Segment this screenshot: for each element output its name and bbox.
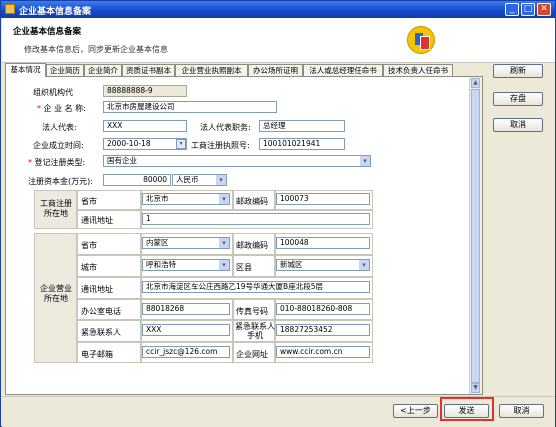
date-picker-icon[interactable]: ▾ bbox=[176, 139, 186, 149]
tab-office-proof[interactable]: 办公场所证明 bbox=[248, 64, 303, 76]
company-name-input[interactable]: 北京市房屋建设公司 bbox=[103, 101, 277, 113]
tab-business-license[interactable]: 企业营业执照副本 bbox=[175, 64, 248, 76]
reg-type-select[interactable]: 国有企业 ▾ bbox=[103, 155, 371, 167]
tab-strip: 基本情况 企业简历 企业简介 资质证书副本 企业营业执照副本 办公场所证明 法人… bbox=[5, 63, 485, 77]
est-date-label: 企业成立时间: bbox=[33, 141, 84, 150]
capital-label: 注册资本金(万元): bbox=[28, 177, 93, 186]
chevron-down-icon: ▾ bbox=[359, 260, 369, 270]
biz-email-label: 电子邮箱 bbox=[81, 350, 113, 359]
title-bar: 企业基本信息备案 _ □ ✕ bbox=[1, 1, 555, 18]
header-subtitle: 修改基本信息后，同步更新企业基本信息 bbox=[24, 45, 168, 54]
org-code-field: 88888888-9 bbox=[103, 85, 187, 97]
reg-location-label: 工商注册所在地 bbox=[40, 199, 72, 218]
legal-rep-label: 法人代表: bbox=[42, 123, 77, 132]
biz-fax-input[interactable]: 010-88018260-808 bbox=[276, 303, 370, 315]
chevron-down-icon: ▾ bbox=[219, 194, 229, 204]
reg-zip-input[interactable]: 100073 bbox=[276, 193, 370, 205]
biz-province-select[interactable]: 内蒙区 ▾ bbox=[142, 237, 230, 249]
send-highlight-box bbox=[440, 397, 494, 421]
biz-address-input[interactable]: 北京市海淀区车公庄西路乙19号华通大厦B座北段5层 bbox=[142, 281, 370, 293]
tab-tech-appointment[interactable]: 技术负责人任命书 bbox=[383, 64, 453, 76]
reg-province-select[interactable]: 北京市 ▾ bbox=[142, 193, 230, 205]
dialog-header: 企业基本信息备案 修改基本信息后，同步更新企业基本信息 bbox=[2, 18, 555, 63]
biz-zip-input[interactable]: 100048 bbox=[276, 237, 370, 249]
license-no-label: 工商注册执照号: bbox=[191, 141, 250, 150]
biz-phone-input[interactable]: 88018268 bbox=[142, 303, 230, 315]
tab-resume[interactable]: 企业简历 bbox=[46, 64, 84, 76]
biz-location-label: 企业营业所在地 bbox=[40, 284, 72, 303]
biz-fax-label: 传真号码 bbox=[236, 307, 268, 316]
documents-icon bbox=[407, 26, 435, 54]
biz-contact-input[interactable]: XXX bbox=[142, 324, 230, 336]
biz-district-label: 区县 bbox=[236, 263, 252, 272]
scroll-thumb[interactable] bbox=[471, 89, 480, 383]
reg-zip-label: 邮政编码 bbox=[236, 197, 268, 206]
chevron-down-icon: ▾ bbox=[219, 238, 229, 248]
biz-province-label: 省市 bbox=[81, 241, 97, 250]
biz-zip-label: 邮政编码 bbox=[236, 241, 268, 250]
biz-district-select[interactable]: 新城区 ▾ bbox=[276, 259, 370, 271]
chevron-down-icon: ▾ bbox=[219, 260, 229, 270]
vertical-scrollbar[interactable]: ▲ ▼ bbox=[469, 77, 482, 394]
chevron-down-icon: ▾ bbox=[216, 175, 226, 185]
scroll-up-icon[interactable]: ▲ bbox=[471, 78, 480, 88]
biz-website-label: 企业网址 bbox=[236, 350, 268, 359]
license-no-input[interactable]: 100101021941 bbox=[259, 138, 345, 150]
capital-input[interactable]: 80000 bbox=[103, 174, 171, 186]
close-button[interactable]: ✕ bbox=[537, 3, 551, 16]
reg-province-label: 省市 bbox=[81, 197, 97, 206]
biz-contact-phone-label: 紧急联系人手机 bbox=[235, 322, 275, 340]
prev-step-button[interactable]: <上一步 bbox=[393, 404, 438, 418]
biz-city-select[interactable]: 呼和浩特 ▾ bbox=[142, 259, 230, 271]
currency-select[interactable]: 人民币 ▾ bbox=[172, 174, 227, 186]
tab-intro[interactable]: 企业简介 bbox=[84, 64, 122, 76]
scroll-down-icon[interactable]: ▼ bbox=[471, 383, 480, 393]
biz-contact-label: 紧急联系人 bbox=[81, 328, 121, 337]
chevron-down-icon: ▾ bbox=[360, 156, 370, 166]
org-code-label: 组织机构代 bbox=[33, 88, 73, 97]
reg-address-label: 通讯地址 bbox=[81, 216, 113, 225]
tab-basic[interactable]: 基本情况 bbox=[5, 63, 46, 77]
bottom-cancel-button[interactable]: 取消 bbox=[499, 404, 544, 418]
biz-email-input[interactable]: ccir_jszc@126.com bbox=[142, 346, 230, 358]
biz-city-label: 城市 bbox=[81, 263, 97, 272]
biz-address-label: 通讯地址 bbox=[81, 285, 113, 294]
est-date-input[interactable]: 2000-10-18 bbox=[103, 138, 187, 150]
tab-legal-appointment[interactable]: 法人或总经理任命书 bbox=[303, 64, 383, 76]
side-cancel-button[interactable]: 取消 bbox=[493, 118, 543, 132]
biz-website-input[interactable]: www.ccir.com.cn bbox=[276, 346, 370, 358]
minimize-button[interactable]: _ bbox=[505, 3, 519, 16]
reg-type-label: * 登记注册类型: bbox=[28, 158, 86, 167]
main-window: 企业基本信息备案 _ □ ✕ 企业基本信息备案 修改基本信息后，同步更新企业基本… bbox=[0, 0, 556, 427]
header-title: 企业基本信息备案 bbox=[13, 27, 82, 37]
maximize-button[interactable]: □ bbox=[521, 3, 535, 16]
legal-title-label: 法人代表职务: bbox=[200, 123, 251, 132]
window-title: 企业基本信息备案 bbox=[19, 7, 92, 17]
legal-rep-input[interactable]: XXX bbox=[103, 120, 187, 132]
company-name-label: * 企 业 名 称: bbox=[37, 104, 86, 113]
legal-title-input[interactable]: 总经理 bbox=[259, 120, 345, 132]
app-icon bbox=[5, 4, 15, 14]
biz-contact-phone-input[interactable]: 18827253452 bbox=[276, 324, 370, 336]
form-panel: 组织机构代 88888888-9 * 企 业 名 称: 北京市房屋建设公司 法人… bbox=[5, 76, 483, 395]
biz-phone-label: 办公室电话 bbox=[81, 307, 121, 316]
refresh-button[interactable]: 刷新 bbox=[493, 64, 543, 78]
save-button[interactable]: 存盘 bbox=[493, 92, 543, 106]
tab-qualification[interactable]: 资质证书副本 bbox=[122, 64, 175, 76]
reg-address-input[interactable]: 1 bbox=[142, 213, 370, 225]
